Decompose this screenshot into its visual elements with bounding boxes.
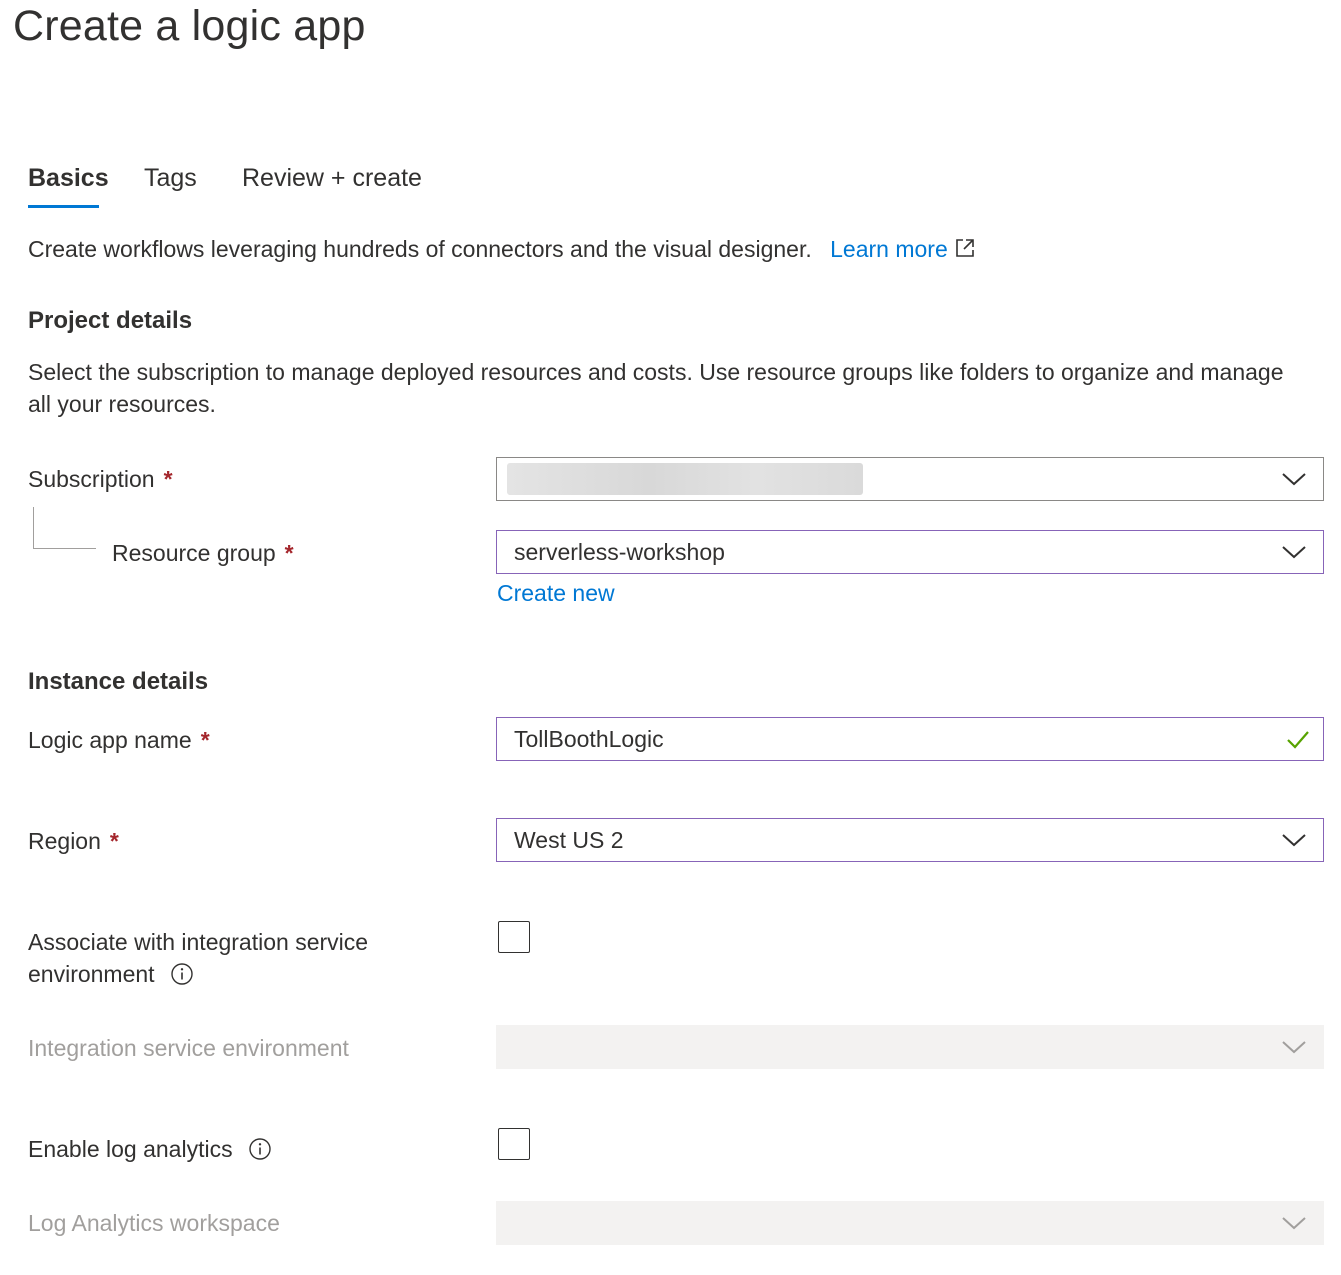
- subscription-value-redacted: [507, 463, 863, 495]
- checkmark-icon: [1287, 731, 1309, 749]
- subscription-label: Subscription *: [28, 463, 173, 495]
- required-indicator: *: [284, 540, 294, 566]
- subscription-label-text: Subscription: [28, 466, 155, 492]
- tab-review-create[interactable]: Review + create: [242, 160, 422, 196]
- hierarchy-connector: [33, 507, 96, 549]
- tab-basics[interactable]: Basics: [28, 160, 109, 196]
- learn-more-label: Learn more: [830, 236, 948, 262]
- info-icon[interactable]: [170, 963, 193, 985]
- external-link-icon: [955, 239, 974, 257]
- region-label: Region *: [28, 825, 119, 857]
- chevron-down-icon: [1282, 1217, 1306, 1230]
- integration-service-environment-dropdown: [496, 1025, 1324, 1069]
- intro-text: Create workflows leveraging hundreds of …: [28, 236, 812, 262]
- log-analytics-workspace-label: Log Analytics workspace: [28, 1210, 280, 1236]
- chevron-down-icon: [1282, 473, 1306, 486]
- info-icon[interactable]: [248, 1138, 271, 1160]
- enable-log-analytics-label: Enable log analytics: [28, 1133, 271, 1165]
- associate-ise-label-text: environment: [28, 961, 155, 987]
- integration-service-environment-label: Integration service environment: [28, 1035, 349, 1061]
- associate-ise-label-line2: environment: [28, 958, 193, 990]
- region-label-text: Region: [28, 828, 101, 854]
- resource-group-dropdown[interactable]: serverless-workshop: [496, 530, 1324, 574]
- instance-details-heading: Instance details: [28, 668, 209, 695]
- chevron-down-icon: [1282, 1041, 1306, 1054]
- required-indicator: *: [200, 727, 210, 753]
- chevron-down-icon: [1282, 546, 1306, 559]
- learn-more-link[interactable]: Learn more: [830, 236, 975, 262]
- resource-group-value: serverless-workshop: [514, 539, 725, 565]
- page-title: Create a logic app: [13, 2, 366, 50]
- logic-app-name-value: TollBoothLogic: [514, 726, 664, 752]
- intro-line: Create workflows leveraging hundreds of …: [28, 233, 975, 265]
- resource-group-label-text: Resource group: [112, 540, 276, 566]
- region-dropdown[interactable]: West US 2: [496, 818, 1324, 862]
- create-logic-app-page: Create a logic app Basics Tags Review + …: [0, 0, 1341, 1275]
- project-details-description: Select the subscription to manage deploy…: [28, 359, 1284, 417]
- enable-log-analytics-label-text: Enable log analytics: [28, 1136, 233, 1162]
- associate-ise-checkbox[interactable]: [498, 921, 530, 953]
- required-indicator: *: [109, 828, 119, 854]
- log-analytics-workspace-dropdown: [496, 1201, 1324, 1245]
- create-new-link[interactable]: Create new: [497, 577, 615, 609]
- project-details-heading: Project details: [28, 307, 193, 334]
- chevron-down-icon: [1282, 834, 1306, 847]
- subscription-dropdown[interactable]: [496, 457, 1324, 501]
- tab-tags[interactable]: Tags: [144, 160, 197, 196]
- logic-app-name-input[interactable]: TollBoothLogic: [496, 717, 1324, 761]
- resource-group-label: Resource group *: [112, 537, 294, 569]
- associate-ise-label-line1: Associate with integration service: [28, 929, 369, 955]
- logic-app-name-label-text: Logic app name: [28, 727, 192, 753]
- region-value: West US 2: [514, 827, 624, 853]
- active-tab-indicator: [28, 205, 99, 208]
- required-indicator: *: [163, 466, 173, 492]
- enable-log-analytics-checkbox[interactable]: [498, 1128, 530, 1160]
- logic-app-name-label: Logic app name *: [28, 724, 210, 756]
